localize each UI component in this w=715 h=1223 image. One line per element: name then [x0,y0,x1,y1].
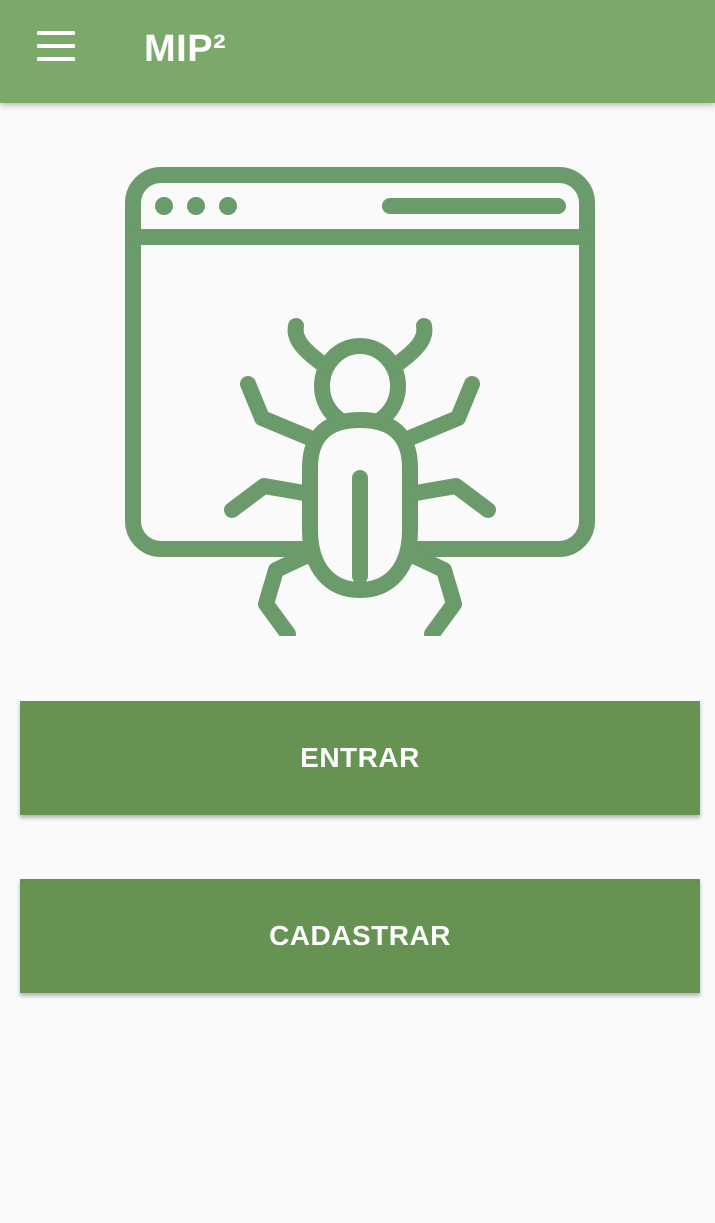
menu-button[interactable] [22,18,90,74]
hamburger-menu-icon [37,31,75,61]
browser-bug-icon [122,167,598,640]
app-title: MIP² [144,28,227,70]
app-bar: MIP² [0,0,715,103]
signup-button[interactable]: CADASTRAR [20,879,700,993]
login-button[interactable]: ENTRAR [20,701,700,815]
